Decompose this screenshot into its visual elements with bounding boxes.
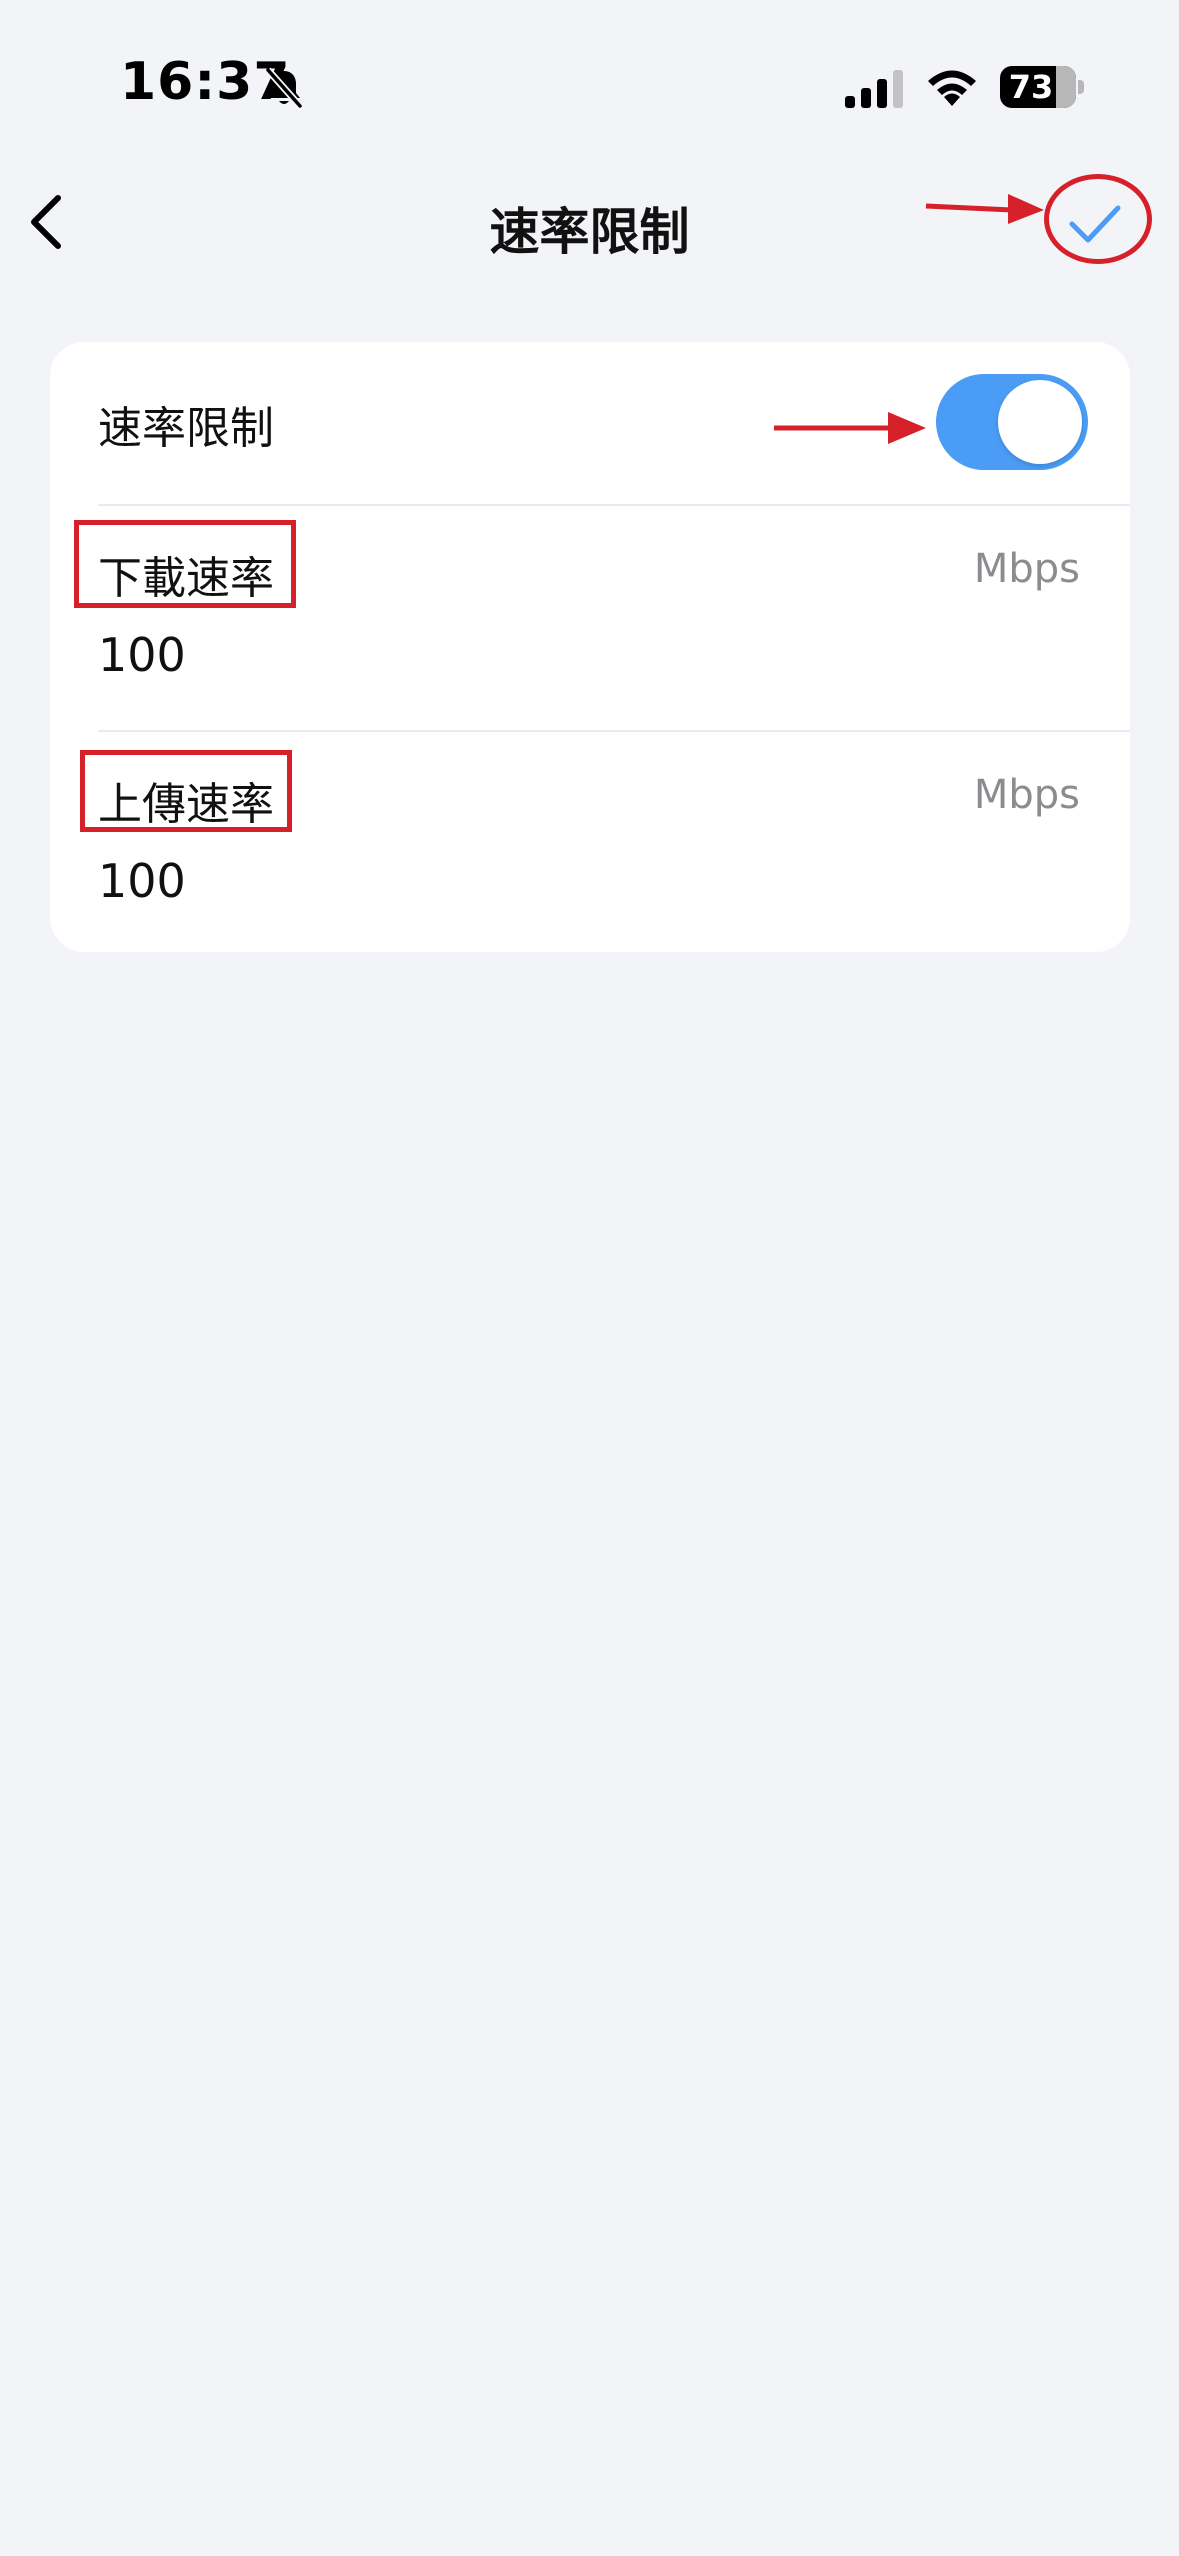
annotation-box-upload xyxy=(80,750,292,832)
upload-rate-unit: Mbps xyxy=(973,772,1080,818)
wifi-icon xyxy=(928,70,976,106)
annotation-arrow-confirm xyxy=(925,194,1044,224)
rate-limit-label: 速率限制 xyxy=(98,403,274,454)
battery-icon: 73 xyxy=(1000,66,1076,108)
toggle-knob xyxy=(998,380,1082,464)
battery-cap xyxy=(1078,80,1084,94)
annotation-circle xyxy=(1044,174,1152,264)
rate-limit-row: 速率限制 xyxy=(50,342,1130,504)
rate-limit-toggle[interactable] xyxy=(936,374,1088,470)
settings-card: 速率限制 下載速率 Mbps 上傳速率 Mbps xyxy=(50,342,1130,952)
annotation-box-download xyxy=(74,520,296,608)
status-bar: 16:37 73 xyxy=(0,0,1179,160)
cellular-signal-icon xyxy=(845,70,903,108)
upload-rate-input[interactable] xyxy=(98,846,1078,916)
nav-bar: 速率限制 xyxy=(0,160,1179,300)
battery-level: 73 xyxy=(1008,68,1054,106)
download-rate-input[interactable] xyxy=(98,620,1078,690)
download-rate-unit: Mbps xyxy=(973,546,1080,592)
bell-slash-icon xyxy=(265,67,303,109)
annotation-arrow-toggle xyxy=(774,412,926,444)
